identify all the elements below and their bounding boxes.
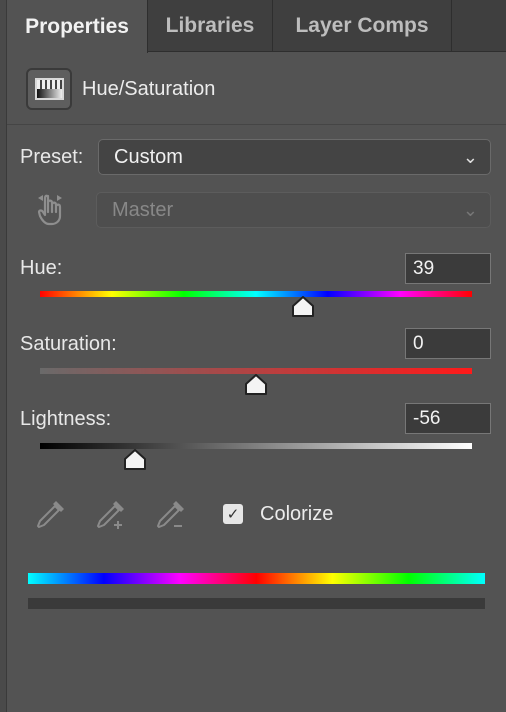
hue-slider-track[interactable]: [40, 291, 472, 297]
saturation-slider-thumb[interactable]: [244, 374, 268, 396]
lightness-slider-track[interactable]: [40, 443, 472, 449]
targeted-adjustment-hand-icon[interactable]: [34, 192, 66, 226]
saturation-label: Saturation:: [20, 333, 117, 355]
eyedropper-icon[interactable]: [34, 497, 68, 533]
hue-slider-thumb[interactable]: [291, 296, 315, 318]
preset-value: Custom: [114, 145, 183, 168]
adjustment-header: Hue/Saturation: [7, 53, 506, 125]
hue-label: Hue:: [20, 257, 63, 279]
preset-select[interactable]: Custom ⌄: [98, 139, 491, 175]
lightness-slider-thumb[interactable]: [123, 449, 147, 471]
channel-select: Master ⌄: [96, 192, 491, 228]
chevron-down-icon: ⌄: [462, 200, 478, 220]
chevron-down-icon: ⌄: [462, 147, 478, 167]
panel-left-edge: [0, 0, 7, 712]
lightness-label: Lightness:: [20, 408, 112, 430]
hue-input[interactable]: 39: [405, 253, 491, 284]
panel-tab-bar: Properties Libraries Layer Comps: [7, 0, 506, 53]
output-color-bar: [28, 598, 485, 609]
preset-label: Preset:: [20, 146, 84, 168]
colorize-label: Colorize: [260, 503, 334, 525]
adjustment-title: Hue/Saturation: [82, 78, 216, 100]
lightness-input[interactable]: -56: [405, 403, 491, 434]
saturation-input[interactable]: 0: [405, 328, 491, 359]
eyedropper-plus-icon[interactable]: [94, 497, 128, 533]
hue-saturation-adjustment-icon[interactable]: [26, 68, 72, 110]
input-color-bar: [28, 573, 485, 584]
colorize-checkbox[interactable]: ✓: [223, 504, 243, 524]
tab-libraries[interactable]: Libraries: [148, 0, 273, 52]
eyedropper-minus-icon[interactable]: [154, 497, 188, 533]
tab-layer-comps[interactable]: Layer Comps: [273, 0, 452, 52]
channel-value: Master: [112, 198, 174, 221]
tab-properties[interactable]: Properties: [7, 0, 148, 53]
